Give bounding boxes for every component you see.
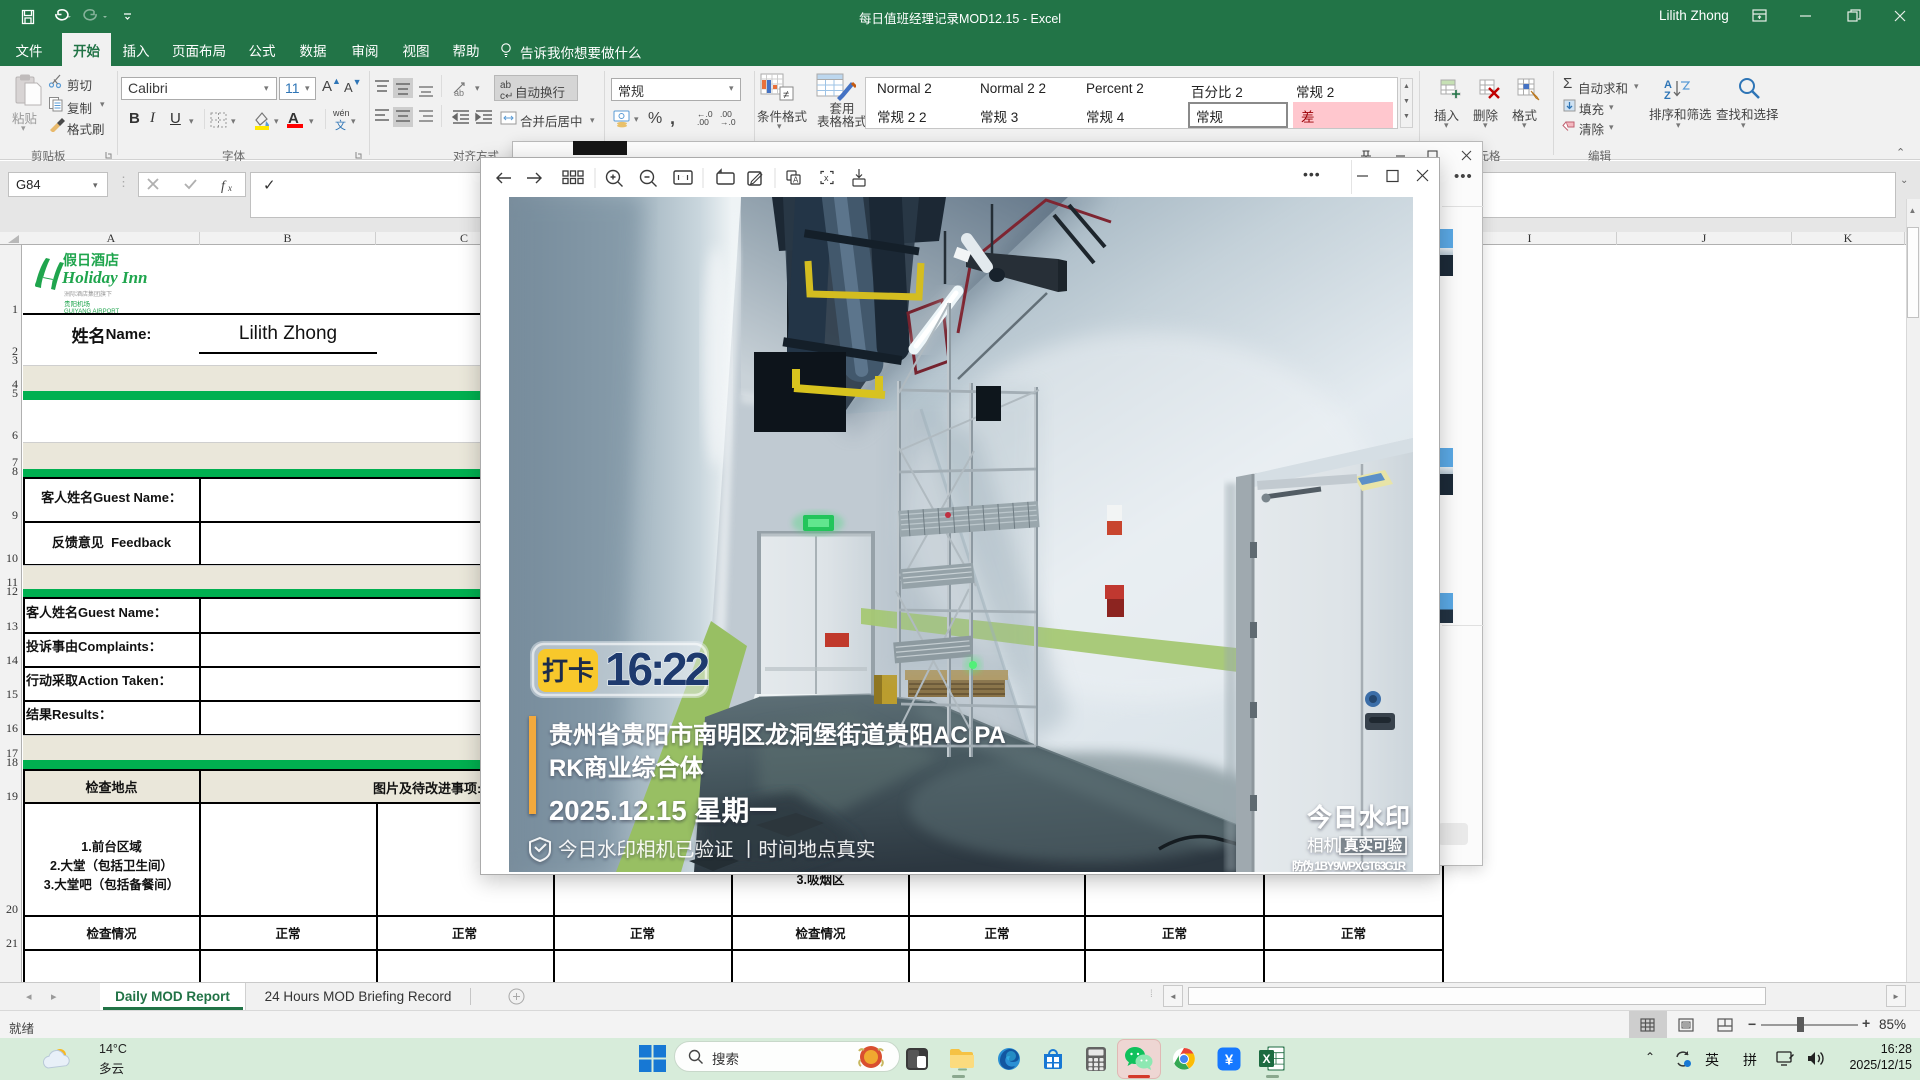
svg-text:GUIYANG AIRPORT: GUIYANG AIRPORT bbox=[64, 309, 119, 315]
svg-text:f: f bbox=[221, 179, 227, 193]
svg-text:相机: 相机 bbox=[1307, 836, 1341, 855]
svg-text:16:22: 16:22 bbox=[605, 643, 708, 695]
svg-text:RK商业综合体: RK商业综合体 bbox=[549, 754, 705, 782]
svg-text:X: X bbox=[1262, 1052, 1270, 1066]
svg-text:A: A bbox=[793, 176, 799, 185]
svg-text:Z: Z bbox=[1664, 90, 1671, 101]
svg-text:贵州省贵阳市南明区龙洞堡街道贵阳AC PA: 贵州省贵阳市南明区龙洞堡街道贵阳AC PA bbox=[549, 721, 1006, 749]
svg-text:防伪 1BY9WPXGT63G1R: 防伪 1BY9WPXGT63G1R bbox=[1292, 859, 1407, 872]
svg-text:2025.12.15 星期一: 2025.12.15 星期一 bbox=[549, 795, 777, 826]
svg-text:x: x bbox=[227, 183, 232, 193]
svg-text:今日水印相机已验证 丨时间地点真实: 今日水印相机已验证 丨时间地点真实 bbox=[558, 839, 875, 861]
svg-text:今日水印: 今日水印 bbox=[1307, 803, 1411, 832]
svg-text:≠: ≠ bbox=[783, 89, 789, 101]
svg-text:ab: ab bbox=[454, 88, 464, 97]
svg-text:¥: ¥ bbox=[1225, 1052, 1234, 1069]
svg-text:贵阳机场: 贵阳机场 bbox=[64, 299, 91, 308]
svg-text:x: x bbox=[824, 173, 829, 183]
svg-text:假日酒店: 假日酒店 bbox=[63, 252, 119, 268]
svg-text:真实可验: 真实可验 bbox=[1344, 837, 1402, 855]
svg-text:洲际酒店集团旗下: 洲际酒店集团旗下 bbox=[64, 290, 112, 298]
svg-text:Holiday Inn: Holiday Inn bbox=[61, 268, 148, 287]
svg-text:打卡: 打卡 bbox=[542, 656, 594, 686]
